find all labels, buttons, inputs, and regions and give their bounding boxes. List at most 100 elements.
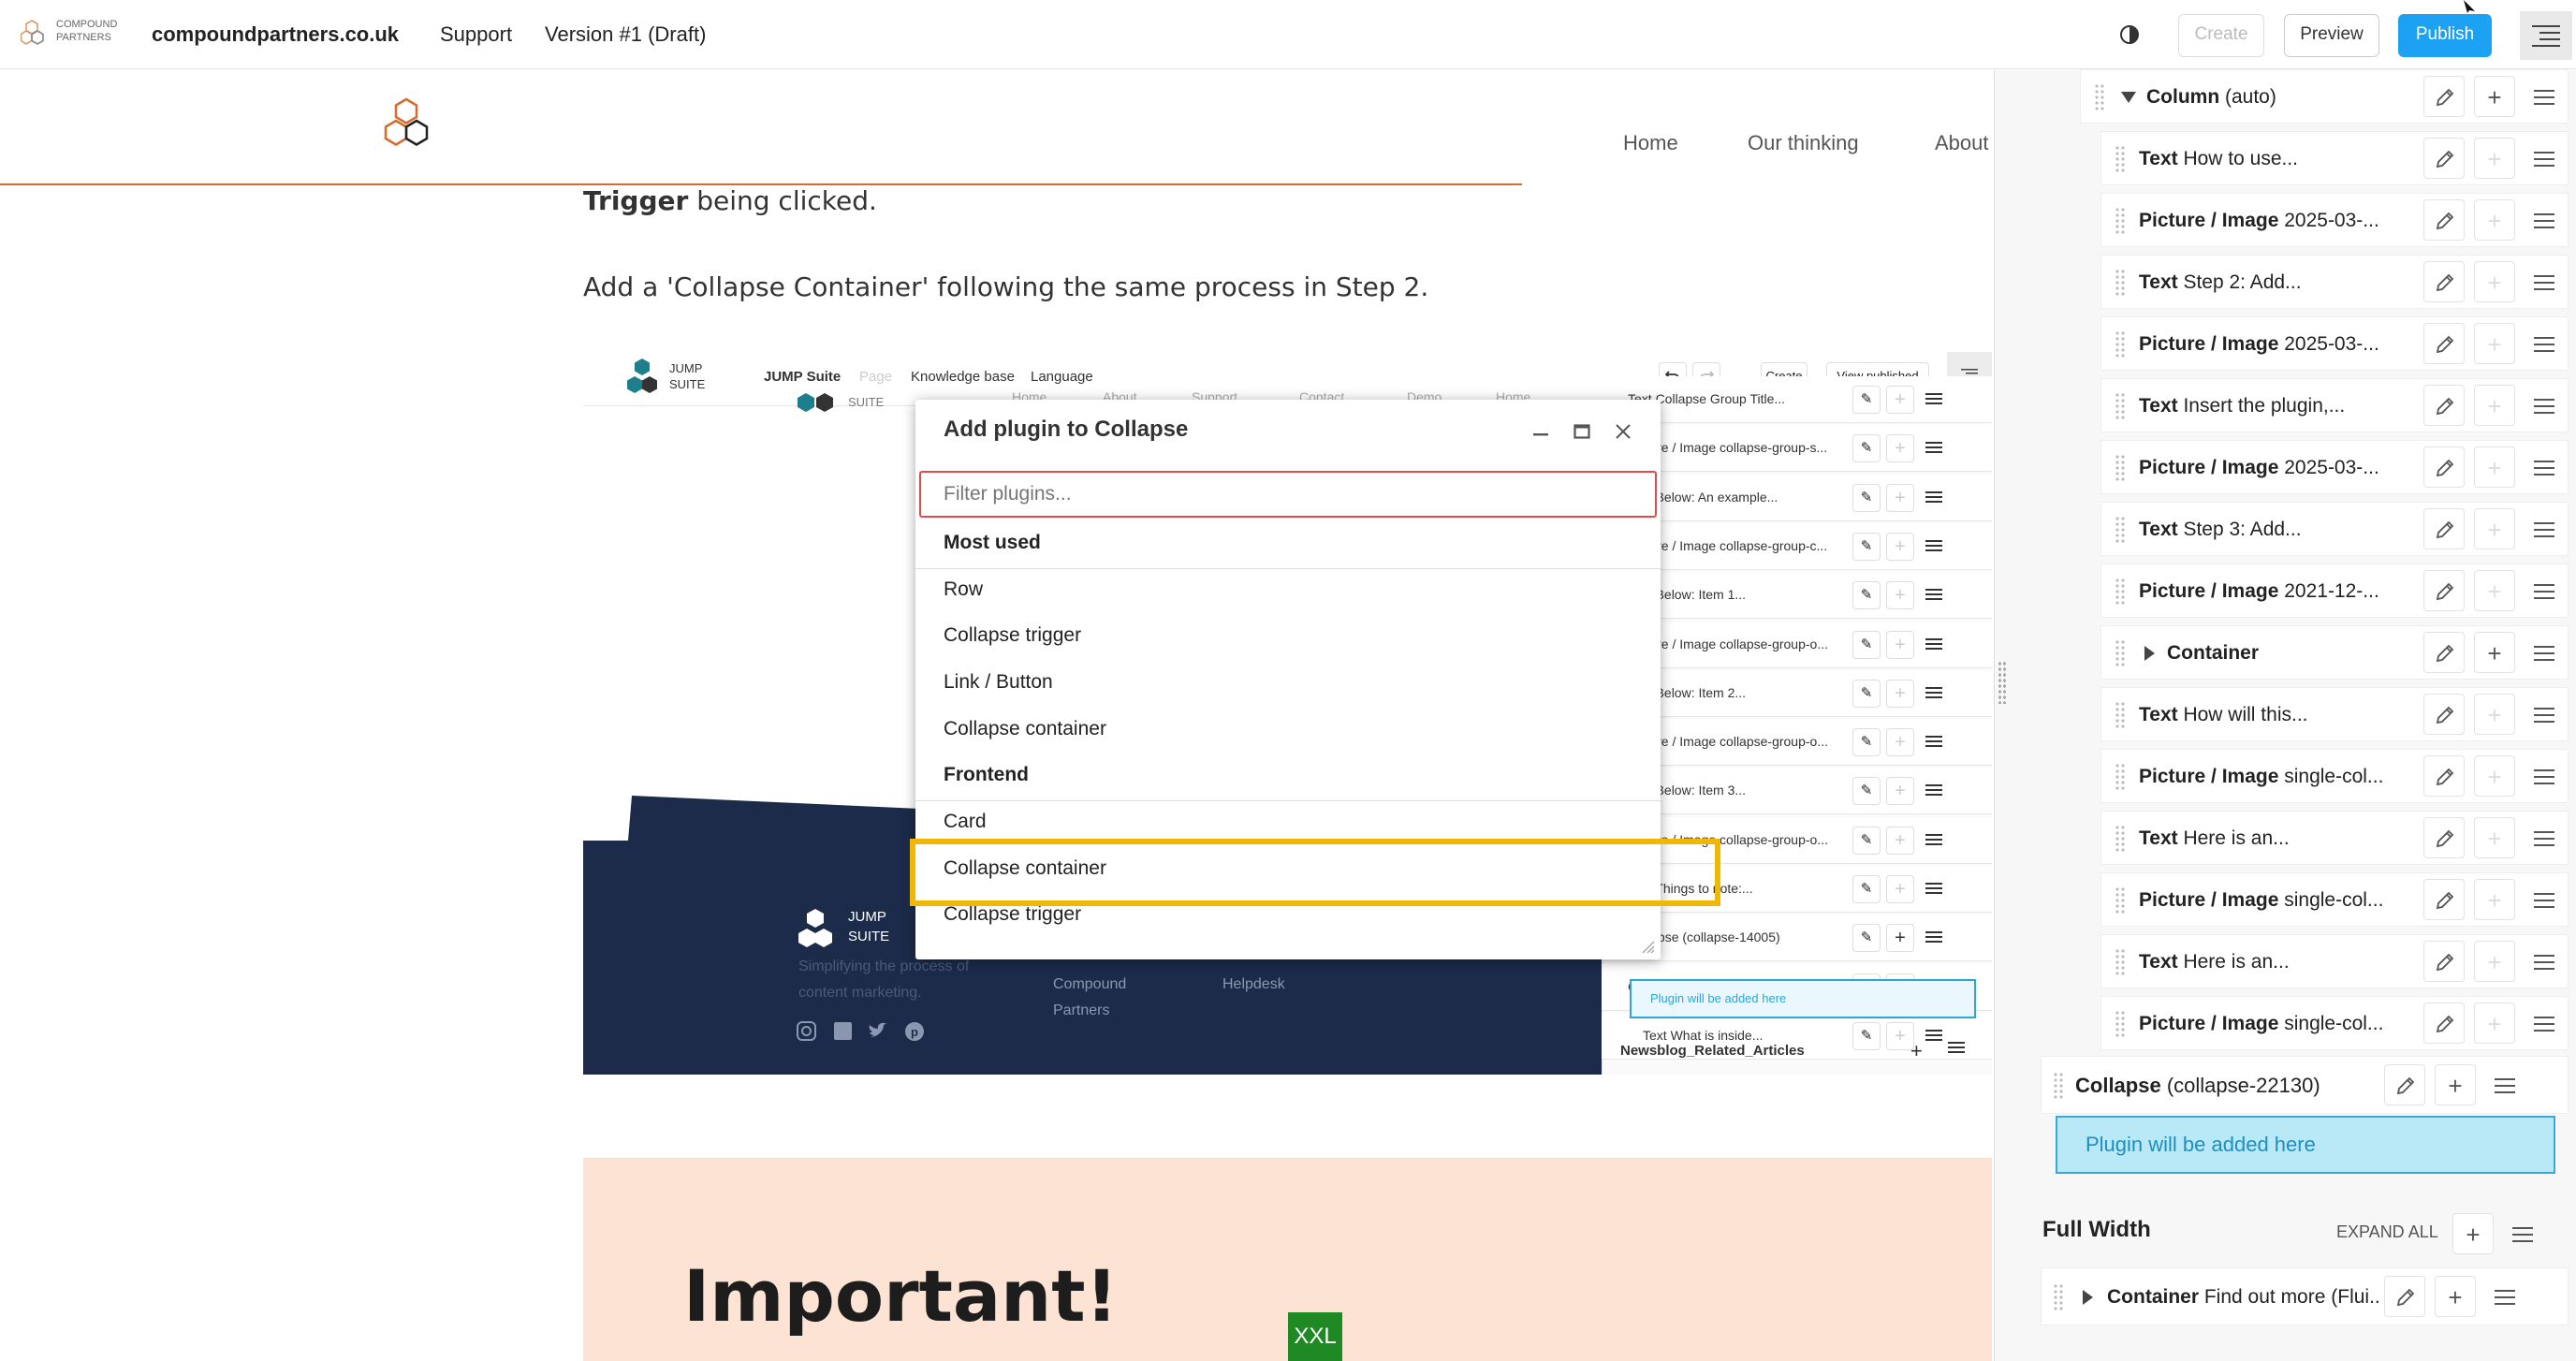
structure-row[interactable]: Picture / Image single-col... + xyxy=(2100,749,2569,803)
modal-maximize-icon[interactable] xyxy=(1573,422,1591,441)
filter-plugins-input[interactable] xyxy=(919,471,1657,518)
add-plus-icon[interactable]: + xyxy=(2474,76,2515,117)
plugin-collapse-trigger-frontend[interactable]: Collapse trigger xyxy=(944,903,1081,926)
drag-handle-icon[interactable] xyxy=(2115,269,2126,297)
add-plus-icon[interactable]: + xyxy=(2474,941,2515,982)
structure-row[interactable]: Text Step 3: Add... + xyxy=(2100,502,2569,556)
full-width-menu-icon[interactable] xyxy=(2512,1226,2533,1243)
drag-handle-icon[interactable] xyxy=(2115,701,2126,729)
add-plus-icon[interactable]: + xyxy=(2474,1002,2515,1044)
panel-resize-handle[interactable] xyxy=(1998,661,2007,704)
edit-pencil-icon[interactable] xyxy=(2423,508,2465,549)
menu-icon[interactable] xyxy=(2534,212,2554,229)
drag-handle-icon[interactable] xyxy=(2115,392,2126,420)
nav-home[interactable]: Home xyxy=(1623,131,1678,155)
edit-pencil-icon[interactable] xyxy=(2423,199,2465,241)
expand-caret-icon[interactable] xyxy=(2081,1289,2094,1306)
add-plus-icon[interactable]: + xyxy=(2474,755,2515,797)
modal-resize-handle-icon[interactable] xyxy=(1638,937,1655,954)
plugin-row[interactable]: Row xyxy=(944,578,983,601)
collapse-caret-icon[interactable] xyxy=(2120,91,2137,104)
menu-icon[interactable] xyxy=(2534,645,2554,662)
add-plus-icon[interactable]: + xyxy=(2474,508,2515,549)
edit-pencil-icon[interactable] xyxy=(2423,261,2465,302)
add-plus-icon[interactable]: + xyxy=(2474,199,2515,241)
menu-icon[interactable] xyxy=(2534,151,2554,168)
add-plus-icon[interactable]: + xyxy=(2435,1064,2476,1105)
add-plus-icon[interactable]: + xyxy=(2474,879,2515,920)
site-logo-icon[interactable] xyxy=(377,96,443,158)
edit-pencil-icon[interactable] xyxy=(2423,385,2465,426)
menu-icon[interactable] xyxy=(2534,830,2554,847)
drag-handle-icon[interactable] xyxy=(2094,83,2105,111)
contrast-toggle-icon[interactable] xyxy=(2119,24,2140,45)
menu-icon[interactable] xyxy=(2534,274,2554,291)
menu-icon[interactable] xyxy=(2534,768,2554,785)
plugin-link-button[interactable]: Link / Button xyxy=(944,671,1053,694)
edit-pencil-icon[interactable] xyxy=(2423,570,2465,611)
preview-button[interactable]: Preview xyxy=(2284,14,2379,57)
edit-pencil-icon[interactable] xyxy=(2423,879,2465,920)
structure-row[interactable]: Container + xyxy=(2100,625,2569,680)
menu-icon[interactable] xyxy=(2534,89,2554,106)
structure-row[interactable]: Text Insert the plugin,... + xyxy=(2100,378,2569,432)
drag-handle-icon[interactable] xyxy=(2115,454,2126,482)
structure-row[interactable]: Text Here is an... + xyxy=(2100,934,2569,988)
version-menu[interactable]: Version #1 (Draft) xyxy=(545,0,706,69)
drag-handle-icon[interactable] xyxy=(2053,1283,2064,1311)
structure-row[interactable]: Text How to use... + xyxy=(2100,131,2569,185)
drag-handle-icon[interactable] xyxy=(2115,639,2126,667)
edit-pencil-icon[interactable] xyxy=(2423,76,2465,117)
add-plus-icon[interactable]: + xyxy=(2474,570,2515,611)
plugin-collapse-trigger[interactable]: Collapse trigger xyxy=(944,624,1081,647)
drag-handle-icon[interactable] xyxy=(2115,207,2126,235)
menu-icon[interactable] xyxy=(2534,521,2554,538)
structure-row[interactable]: Picture / Image single-col... + xyxy=(2100,996,2569,1050)
modal-close-icon[interactable] xyxy=(1614,422,1632,441)
menu-icon[interactable] xyxy=(2534,1016,2554,1032)
add-plus-icon[interactable]: + xyxy=(2474,323,2515,364)
drag-handle-icon[interactable] xyxy=(2115,825,2126,853)
menu-icon[interactable] xyxy=(2495,1289,2515,1306)
structure-row[interactable]: Picture / Image 2025-03-... + xyxy=(2100,193,2569,247)
nav-about[interactable]: About xyxy=(1935,131,1989,155)
edit-pencil-icon[interactable] xyxy=(2423,446,2465,488)
add-plus-icon[interactable]: + xyxy=(2474,385,2515,426)
structure-row[interactable]: Picture / Image 2025-03-... + xyxy=(2100,440,2569,494)
container-find-out-more-row[interactable]: Container Find out more (Flui... + xyxy=(2041,1267,2569,1325)
menu-icon[interactable] xyxy=(2534,336,2554,353)
full-width-add-icon[interactable]: + xyxy=(2452,1213,2494,1254)
menu-icon[interactable] xyxy=(2534,398,2554,415)
drag-handle-icon[interactable] xyxy=(2115,948,2126,976)
add-plus-icon[interactable]: + xyxy=(2474,632,2515,673)
drag-handle-icon[interactable] xyxy=(2115,145,2126,173)
compound-partners-logo[interactable]: COMPOUND PARTNERS xyxy=(21,17,133,54)
menu-icon[interactable] xyxy=(2534,707,2554,724)
plugin-card[interactable]: Card xyxy=(944,811,987,833)
add-plus-icon[interactable]: + xyxy=(2474,446,2515,488)
structure-row[interactable]: Picture / Image single-col... + xyxy=(2100,872,2569,927)
edit-pencil-icon[interactable] xyxy=(2423,323,2465,364)
edit-pencil-icon[interactable] xyxy=(2423,817,2465,858)
add-plus-icon[interactable]: + xyxy=(2435,1276,2476,1317)
edit-pencil-icon[interactable] xyxy=(2384,1064,2425,1105)
add-plus-icon[interactable]: + xyxy=(2474,694,2515,735)
menu-icon[interactable] xyxy=(2495,1077,2515,1094)
drag-handle-icon[interactable] xyxy=(2053,1072,2064,1100)
expand-all-button[interactable]: EXPAND ALL xyxy=(2336,1222,2438,1242)
create-button[interactable]: Create xyxy=(2178,14,2264,57)
edit-pencil-icon[interactable] xyxy=(2423,694,2465,735)
edit-pencil-icon[interactable] xyxy=(2423,755,2465,797)
structure-row[interactable]: Text How will this... + xyxy=(2100,687,2569,741)
site-domain-link[interactable]: compoundpartners.co.uk xyxy=(152,0,399,69)
edit-pencil-icon[interactable] xyxy=(2423,632,2465,673)
edit-pencil-icon[interactable] xyxy=(2423,941,2465,982)
drag-handle-icon[interactable] xyxy=(2115,886,2126,915)
structure-row[interactable]: Column (auto) + xyxy=(2080,69,2569,124)
edit-pencil-icon[interactable] xyxy=(2423,1002,2465,1044)
drag-handle-icon[interactable] xyxy=(2115,763,2126,791)
publish-button[interactable]: Publish xyxy=(2398,14,2492,57)
nav-our-thinking[interactable]: Our thinking xyxy=(1748,131,1859,155)
plugin-collapse-container[interactable]: Collapse container xyxy=(944,718,1106,740)
modal-minimize-icon[interactable] xyxy=(1531,422,1550,441)
